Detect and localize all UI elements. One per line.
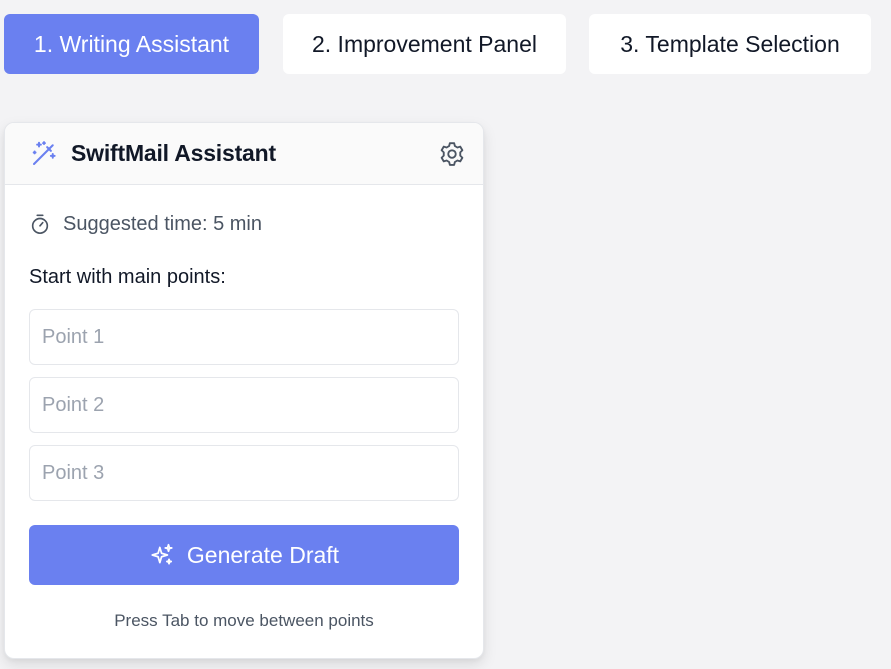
suggested-time-text: Suggested time: 5 min (63, 212, 262, 235)
point-1-input[interactable] (29, 309, 459, 365)
section-label: Start with main points: (29, 266, 226, 288)
generate-draft-button[interactable]: Generate Draft (29, 525, 459, 585)
step-tabs: 1. Writing Assistant 2. Improvement Pane… (4, 14, 871, 74)
tab-writing-assistant[interactable]: 1. Writing Assistant (4, 14, 259, 74)
assistant-card: SwiftMail Assistant Suggested time: 5 mi… (4, 122, 484, 659)
point-2-input[interactable] (29, 377, 459, 433)
tab-template-selection[interactable]: 3. Template Selection (589, 14, 871, 74)
stopwatch-icon (31, 214, 49, 234)
card-body: Suggested time: 5 min Start with main po… (5, 209, 483, 631)
gear-icon[interactable] (437, 139, 467, 169)
card-title: SwiftMail Assistant (71, 140, 276, 166)
magic-wand-icon (32, 140, 56, 165)
point-3-input[interactable] (29, 445, 459, 501)
keyboard-hint: Press Tab to move between points (114, 611, 374, 630)
suggested-time-row: Suggested time: 5 min (29, 209, 459, 239)
tab-improvement-panel[interactable]: 2. Improvement Panel (283, 14, 566, 74)
generate-draft-label: Generate Draft (186, 541, 340, 568)
sparkles-icon (151, 543, 173, 565)
card-header: SwiftMail Assistant (5, 123, 483, 185)
